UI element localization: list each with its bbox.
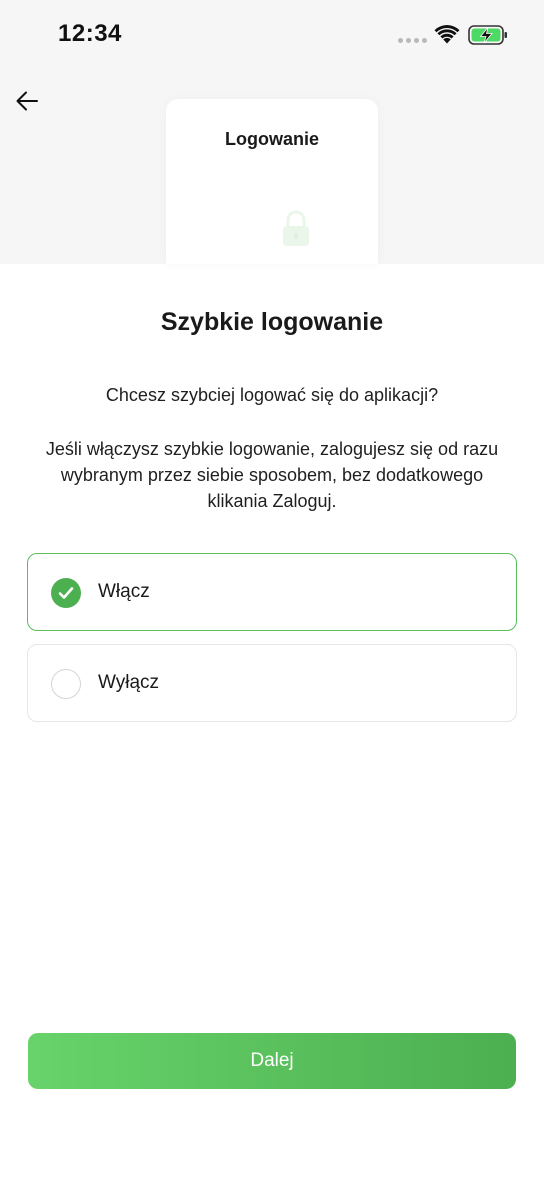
battery-charging-icon — [468, 25, 507, 45]
login-card-title: Logowanie — [225, 129, 319, 149]
next-button[interactable]: Dalej — [28, 1033, 516, 1089]
fast-login-screen: 12:34 Logowanie Szybkie logowanie Chcesz… — [0, 0, 544, 1178]
arrow-left-icon — [16, 91, 38, 111]
status-time: 12:34 — [58, 20, 122, 47]
option-label: Wyłącz — [98, 672, 160, 693]
status-bar: 12:34 — [0, 0, 544, 72]
page-title: Szybkie logowanie — [160, 308, 384, 336]
back-button[interactable] — [10, 84, 44, 118]
wifi-icon — [434, 25, 460, 44]
option-label: Włącz — [98, 581, 150, 602]
lock-icon — [283, 210, 309, 246]
checkmark-icon — [58, 587, 74, 599]
signal-dots-icon — [398, 38, 427, 43]
question-text: Chcesz szybciej logować się do aplikacji… — [105, 385, 439, 405]
radio-empty-icon — [51, 669, 81, 699]
option-enable[interactable]: Włącz — [27, 553, 517, 631]
login-preview-card: Logowanie — [166, 99, 378, 264]
description-text: Jeśli włączysz szybkie logowanie, zalogu… — [45, 439, 499, 511]
radio-checked-icon — [51, 578, 81, 608]
option-disable[interactable]: Wyłącz — [27, 644, 517, 722]
